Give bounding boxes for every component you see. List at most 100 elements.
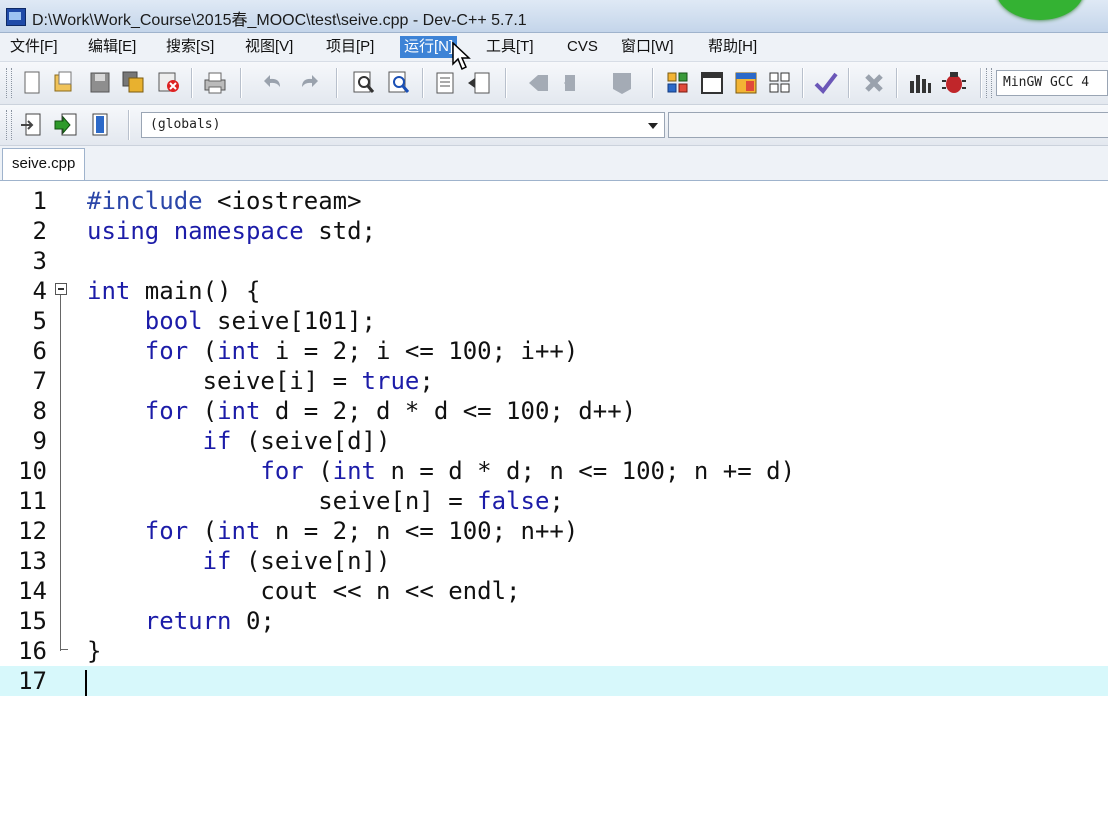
new-file-icon[interactable]: [18, 69, 46, 97]
code-text: seive[i] = true;: [87, 367, 434, 395]
line-number: 1: [32, 187, 47, 215]
insert-icon[interactable]: [18, 111, 46, 139]
profile-chart-icon[interactable]: [906, 69, 934, 97]
toolbar-separator: [336, 68, 338, 98]
code-line[interactable]: 6 for (int i = 2; i <= 100; i++): [0, 336, 1108, 366]
menu-cvs[interactable]: CVS: [563, 36, 602, 58]
class-toolbar: (globals): [0, 105, 1108, 146]
check-syntax-icon[interactable]: [812, 69, 840, 97]
line-number: 4: [32, 277, 47, 305]
save-all-icon[interactable]: [120, 69, 148, 97]
code-text: if (seive[d]): [202, 427, 391, 455]
toolbar-separator: [240, 68, 242, 98]
stop-icon[interactable]: [860, 69, 888, 97]
line-number: 8: [32, 397, 47, 425]
toggle-header-icon[interactable]: [86, 111, 114, 139]
undo-icon[interactable]: [260, 69, 288, 97]
chevron-down-icon[interactable]: [648, 123, 658, 129]
menu-view[interactable]: 视图[V]: [241, 36, 297, 58]
grid-view-icon[interactable]: [664, 69, 692, 97]
code-text: for (int n = 2; n <= 100; n++): [144, 517, 579, 545]
code-line[interactable]: 13 if (seive[n]): [0, 546, 1108, 576]
code-text: if (seive[n]): [202, 547, 391, 575]
code-line[interactable]: 14 cout << n << endl;: [0, 576, 1108, 606]
menu-search[interactable]: 搜索[S]: [162, 36, 218, 58]
code-text: #include <iostream>: [87, 187, 362, 215]
code-line[interactable]: 4 int main() {: [0, 276, 1108, 306]
print-icon[interactable]: [201, 69, 229, 97]
unindent-icon[interactable]: [466, 69, 494, 97]
code-line[interactable]: 5 bool seive[101];: [0, 306, 1108, 336]
member-select[interactable]: [668, 112, 1108, 138]
line-number: 15: [18, 607, 47, 635]
line-number: 13: [18, 547, 47, 575]
menu-help[interactable]: 帮助[H]: [704, 36, 761, 58]
tab-seive-cpp[interactable]: seive.cpp: [2, 148, 86, 180]
toolbar-separator: [505, 68, 507, 98]
code-line[interactable]: 1 #include <iostream>: [0, 186, 1108, 216]
scope-select[interactable]: (globals): [141, 112, 665, 138]
code-text: bool seive[101];: [144, 307, 376, 335]
editor-tab-strip: seive.cpp: [0, 146, 1108, 181]
line-number: 17: [18, 667, 47, 695]
code-line[interactable]: 8 for (int d = 2; d * d <= 100; d++): [0, 396, 1108, 426]
code-text: }: [87, 637, 102, 665]
line-number: 10: [18, 457, 47, 485]
menu-bar: 文件[F] 编辑[E] 搜索[S] 视图[V] 项目[P] 运行[N] 工具[T…: [0, 33, 1108, 62]
code-line[interactable]: 17: [0, 666, 1108, 696]
menu-run[interactable]: 运行[N]: [400, 36, 458, 58]
toolbar-separator: [422, 68, 424, 98]
open-file-icon[interactable]: [50, 69, 78, 97]
line-number: 16: [18, 637, 47, 665]
code-editor[interactable]: 1 #include <iostream> 2 using namespace std…: [0, 181, 1108, 829]
code-line[interactable]: 15 return 0;: [0, 606, 1108, 636]
line-number: 9: [32, 427, 47, 455]
menu-project[interactable]: 项目[P]: [322, 36, 378, 58]
fold-collapse-icon[interactable]: [55, 283, 67, 295]
code-line[interactable]: 12 for (int n = 2; n <= 100; n++): [0, 516, 1108, 546]
save-icon[interactable]: [86, 69, 114, 97]
tiles-icon[interactable]: [766, 69, 794, 97]
line-number: 11: [18, 487, 47, 515]
devcpp-app-icon: [6, 8, 26, 26]
bookmark-icon[interactable]: [608, 69, 636, 97]
toolbar-separator: [652, 68, 654, 98]
window-icon[interactable]: [698, 69, 726, 97]
code-text: int main() {: [87, 277, 261, 305]
menu-tools[interactable]: 工具[T]: [482, 36, 538, 58]
redo-icon[interactable]: [294, 69, 322, 97]
menu-edit[interactable]: 编辑[E]: [84, 36, 140, 58]
compiler-select[interactable]: MinGW GCC 4: [996, 70, 1108, 96]
fold-guide-line: [60, 295, 61, 651]
code-line[interactable]: 3: [0, 246, 1108, 276]
layout-icon[interactable]: [732, 69, 760, 97]
menu-window[interactable]: 窗口[W]: [617, 36, 678, 58]
toolbar-gripper[interactable]: [6, 110, 12, 140]
replace-icon[interactable]: [385, 69, 413, 97]
menu-file[interactable]: 文件[F]: [6, 36, 62, 58]
code-line[interactable]: 9 if (seive[d]): [0, 426, 1108, 456]
indent-icon[interactable]: [432, 69, 460, 97]
goto-back-icon[interactable]: [525, 69, 553, 97]
debug-bug-icon[interactable]: [940, 69, 968, 97]
find-icon[interactable]: [350, 69, 378, 97]
close-file-icon[interactable]: [155, 69, 183, 97]
code-line[interactable]: 10 for (int n = d * d; n <= 100; n += d): [0, 456, 1108, 486]
toolbar-separator: [191, 68, 193, 98]
toolbar-gripper[interactable]: [6, 68, 12, 98]
code-line[interactable]: 11 seive[n] = false;: [0, 486, 1108, 516]
code-text: for (int i = 2; i <= 100; i++): [144, 337, 579, 365]
code-line[interactable]: 16}: [0, 636, 1108, 666]
code-text: for (int d = 2; d * d <= 100; d++): [144, 397, 637, 425]
scope-select-value: (globals): [150, 117, 221, 132]
goto-forward-icon[interactable]: [560, 69, 588, 97]
line-number: 6: [32, 337, 47, 365]
title-bar: D:\Work\Work_Course\2015春_MOOC\test\seiv…: [0, 0, 1108, 33]
code-line[interactable]: 7 seive[i] = true;: [0, 366, 1108, 396]
code-text: for (int n = d * d; n <= 100; n += d): [260, 457, 796, 485]
code-text: seive[n] = false;: [87, 487, 564, 515]
toolbar-gripper[interactable]: [986, 68, 992, 98]
code-line[interactable]: 2 using namespace std;: [0, 216, 1108, 246]
goto-definition-icon[interactable]: [52, 111, 80, 139]
line-number: 5: [32, 307, 47, 335]
